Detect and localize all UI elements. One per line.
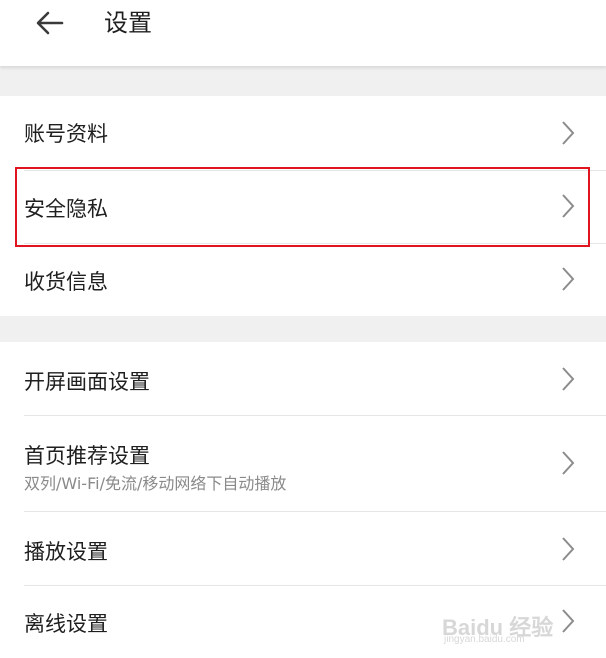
settings-item-label: 首页推荐设置 [24, 444, 150, 468]
settings-page: 设置 账号资料 安全隐私 收货信息 开屏画面设置 首页推荐设置 双列/Wi-Fi… [0, 0, 606, 658]
settings-item-playback[interactable]: 播放设置 [0, 512, 606, 585]
chevron-right-icon [562, 537, 575, 561]
section-separator [0, 316, 606, 342]
chevron-right-icon [562, 194, 575, 218]
chevron-right-icon [562, 367, 575, 391]
settings-item-label: 开屏画面设置 [24, 370, 150, 394]
watermark: Baidu 经验 jingyan.baidu.com [442, 606, 592, 646]
settings-item-label: 离线设置 [24, 612, 108, 636]
settings-item-account-info[interactable]: 账号资料 [0, 96, 606, 170]
settings-item-label: 安全隐私 [24, 197, 108, 221]
settings-item-label: 收货信息 [24, 270, 108, 294]
chevron-right-icon [562, 267, 575, 291]
settings-item-security-privacy[interactable]: 安全隐私 [0, 171, 606, 243]
arrow-left-icon [36, 11, 64, 35]
settings-item-label: 播放设置 [24, 540, 108, 564]
page-title: 设置 [104, 9, 152, 37]
chevron-right-icon [562, 121, 575, 145]
settings-item-home-recommend[interactable]: 首页推荐设置 双列/Wi-Fi/免流/移动网络下自动播放 [0, 416, 606, 511]
watermark-url: jingyan.baidu.com [444, 634, 525, 645]
back-button[interactable] [30, 6, 70, 40]
settings-item-description: 双列/Wi-Fi/免流/移动网络下自动播放 [24, 474, 287, 493]
settings-item-splash-screen[interactable]: 开屏画面设置 [0, 342, 606, 415]
section-separator [0, 66, 606, 96]
top-bar: 设置 [0, 0, 606, 66]
chevron-right-icon [562, 451, 575, 475]
settings-item-label: 账号资料 [24, 122, 108, 146]
settings-item-shipping-info[interactable]: 收货信息 [0, 244, 606, 316]
